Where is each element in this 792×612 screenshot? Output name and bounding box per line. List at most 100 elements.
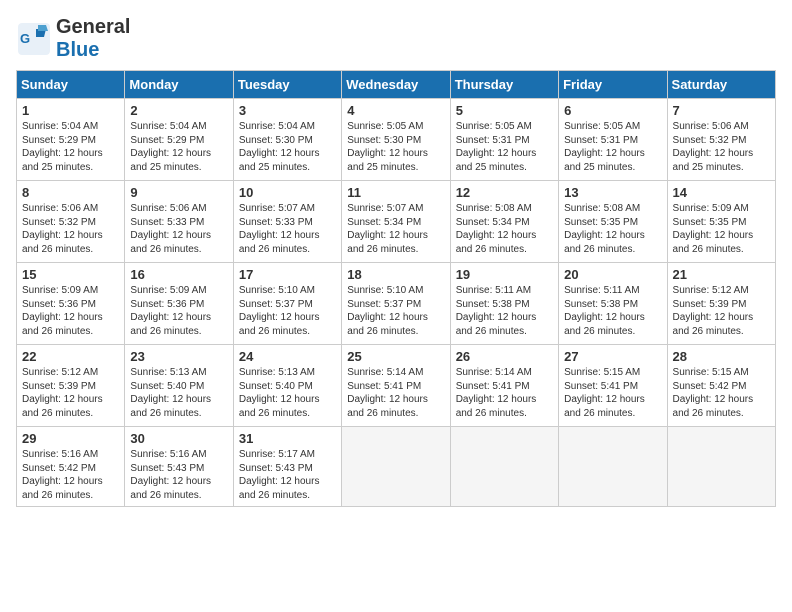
calendar-cell: 30 Sunrise: 5:16 AMSunset: 5:43 PMDaylig… [125,427,233,507]
calendar-cell: 14 Sunrise: 5:09 AMSunset: 5:35 PMDaylig… [667,181,775,263]
day-info: Sunrise: 5:05 AMSunset: 5:31 PMDaylight:… [564,120,661,174]
calendar-cell: 2 Sunrise: 5:04 AMSunset: 5:29 PMDayligh… [125,99,233,181]
day-number: 12 [456,185,553,200]
calendar-header-row: SundayMondayTuesdayWednesdayThursdayFrid… [17,71,776,99]
day-info: Sunrise: 5:13 AMSunset: 5:40 PMDaylight:… [239,366,336,420]
day-number: 14 [673,185,770,200]
day-info: Sunrise: 5:05 AMSunset: 5:31 PMDaylight:… [456,120,553,174]
weekday-header-thursday: Thursday [450,71,558,99]
day-info: Sunrise: 5:08 AMSunset: 5:35 PMDaylight:… [564,202,661,256]
calendar-cell: 22 Sunrise: 5:12 AMSunset: 5:39 PMDaylig… [17,345,125,427]
day-info: Sunrise: 5:07 AMSunset: 5:33 PMDaylight:… [239,202,336,256]
day-number: 19 [456,267,553,282]
calendar-cell: 12 Sunrise: 5:08 AMSunset: 5:34 PMDaylig… [450,181,558,263]
weekday-header-wednesday: Wednesday [342,71,450,99]
day-info: Sunrise: 5:13 AMSunset: 5:40 PMDaylight:… [130,366,227,420]
day-info: Sunrise: 5:07 AMSunset: 5:34 PMDaylight:… [347,202,444,256]
calendar-week-row: 1 Sunrise: 5:04 AMSunset: 5:29 PMDayligh… [17,99,776,181]
calendar-cell: 17 Sunrise: 5:10 AMSunset: 5:37 PMDaylig… [233,263,341,345]
day-number: 1 [22,103,119,118]
day-number: 4 [347,103,444,118]
day-number: 5 [456,103,553,118]
calendar-cell: 13 Sunrise: 5:08 AMSunset: 5:35 PMDaylig… [559,181,667,263]
calendar-cell: 31 Sunrise: 5:17 AMSunset: 5:43 PMDaylig… [233,427,341,507]
calendar-cell: 3 Sunrise: 5:04 AMSunset: 5:30 PMDayligh… [233,99,341,181]
page-container: G General Blue SundayMondayTuesdayWednes… [0,0,792,515]
calendar-cell: 23 Sunrise: 5:13 AMSunset: 5:40 PMDaylig… [125,345,233,427]
calendar: SundayMondayTuesdayWednesdayThursdayFrid… [16,70,776,507]
day-number: 28 [673,349,770,364]
day-number: 6 [564,103,661,118]
day-number: 13 [564,185,661,200]
calendar-cell: 26 Sunrise: 5:14 AMSunset: 5:41 PMDaylig… [450,345,558,427]
day-info: Sunrise: 5:10 AMSunset: 5:37 PMDaylight:… [239,284,336,338]
calendar-cell: 21 Sunrise: 5:12 AMSunset: 5:39 PMDaylig… [667,263,775,345]
calendar-cell: 15 Sunrise: 5:09 AMSunset: 5:36 PMDaylig… [17,263,125,345]
day-number: 8 [22,185,119,200]
calendar-cell: 9 Sunrise: 5:06 AMSunset: 5:33 PMDayligh… [125,181,233,263]
day-info: Sunrise: 5:11 AMSunset: 5:38 PMDaylight:… [456,284,553,338]
header: G General Blue [16,16,776,62]
day-number: 31 [239,431,336,446]
day-number: 24 [239,349,336,364]
day-info: Sunrise: 5:06 AMSunset: 5:33 PMDaylight:… [130,202,227,256]
day-info: Sunrise: 5:15 AMSunset: 5:41 PMDaylight:… [564,366,661,420]
day-number: 10 [239,185,336,200]
day-info: Sunrise: 5:12 AMSunset: 5:39 PMDaylight:… [22,366,119,420]
day-number: 11 [347,185,444,200]
day-number: 17 [239,267,336,282]
day-info: Sunrise: 5:12 AMSunset: 5:39 PMDaylight:… [673,284,770,338]
day-number: 23 [130,349,227,364]
calendar-cell: 6 Sunrise: 5:05 AMSunset: 5:31 PMDayligh… [559,99,667,181]
day-number: 21 [673,267,770,282]
logo: G General Blue [16,16,130,62]
calendar-cell: 4 Sunrise: 5:05 AMSunset: 5:30 PMDayligh… [342,99,450,181]
calendar-cell: 1 Sunrise: 5:04 AMSunset: 5:29 PMDayligh… [17,99,125,181]
day-info: Sunrise: 5:08 AMSunset: 5:34 PMDaylight:… [456,202,553,256]
calendar-cell: 28 Sunrise: 5:15 AMSunset: 5:42 PMDaylig… [667,345,775,427]
day-number: 15 [22,267,119,282]
day-info: Sunrise: 5:15 AMSunset: 5:42 PMDaylight:… [673,366,770,420]
day-info: Sunrise: 5:04 AMSunset: 5:29 PMDaylight:… [22,120,119,174]
day-info: Sunrise: 5:14 AMSunset: 5:41 PMDaylight:… [456,366,553,420]
day-info: Sunrise: 5:16 AMSunset: 5:42 PMDaylight:… [22,448,119,502]
logo-text: General Blue [56,16,130,62]
weekday-header-friday: Friday [559,71,667,99]
weekday-header-tuesday: Tuesday [233,71,341,99]
calendar-cell [667,427,775,507]
calendar-cell: 19 Sunrise: 5:11 AMSunset: 5:38 PMDaylig… [450,263,558,345]
calendar-week-row: 22 Sunrise: 5:12 AMSunset: 5:39 PMDaylig… [17,345,776,427]
calendar-week-row: 29 Sunrise: 5:16 AMSunset: 5:42 PMDaylig… [17,427,776,507]
weekday-header-monday: Monday [125,71,233,99]
day-number: 26 [456,349,553,364]
calendar-cell: 25 Sunrise: 5:14 AMSunset: 5:41 PMDaylig… [342,345,450,427]
calendar-cell: 10 Sunrise: 5:07 AMSunset: 5:33 PMDaylig… [233,181,341,263]
day-info: Sunrise: 5:11 AMSunset: 5:38 PMDaylight:… [564,284,661,338]
calendar-cell: 16 Sunrise: 5:09 AMSunset: 5:36 PMDaylig… [125,263,233,345]
day-number: 18 [347,267,444,282]
day-info: Sunrise: 5:05 AMSunset: 5:30 PMDaylight:… [347,120,444,174]
calendar-cell: 11 Sunrise: 5:07 AMSunset: 5:34 PMDaylig… [342,181,450,263]
weekday-header-saturday: Saturday [667,71,775,99]
day-info: Sunrise: 5:16 AMSunset: 5:43 PMDaylight:… [130,448,227,502]
day-number: 3 [239,103,336,118]
calendar-cell [342,427,450,507]
day-info: Sunrise: 5:06 AMSunset: 5:32 PMDaylight:… [673,120,770,174]
calendar-cell: 29 Sunrise: 5:16 AMSunset: 5:42 PMDaylig… [17,427,125,507]
day-info: Sunrise: 5:04 AMSunset: 5:29 PMDaylight:… [130,120,227,174]
calendar-cell [450,427,558,507]
day-number: 29 [22,431,119,446]
day-number: 22 [22,349,119,364]
day-number: 9 [130,185,227,200]
calendar-week-row: 8 Sunrise: 5:06 AMSunset: 5:32 PMDayligh… [17,181,776,263]
day-info: Sunrise: 5:14 AMSunset: 5:41 PMDaylight:… [347,366,444,420]
svg-text:G: G [20,31,30,46]
day-number: 25 [347,349,444,364]
calendar-cell: 18 Sunrise: 5:10 AMSunset: 5:37 PMDaylig… [342,263,450,345]
day-info: Sunrise: 5:09 AMSunset: 5:36 PMDaylight:… [130,284,227,338]
weekday-header-sunday: Sunday [17,71,125,99]
day-number: 20 [564,267,661,282]
day-number: 30 [130,431,227,446]
day-info: Sunrise: 5:10 AMSunset: 5:37 PMDaylight:… [347,284,444,338]
calendar-cell: 27 Sunrise: 5:15 AMSunset: 5:41 PMDaylig… [559,345,667,427]
